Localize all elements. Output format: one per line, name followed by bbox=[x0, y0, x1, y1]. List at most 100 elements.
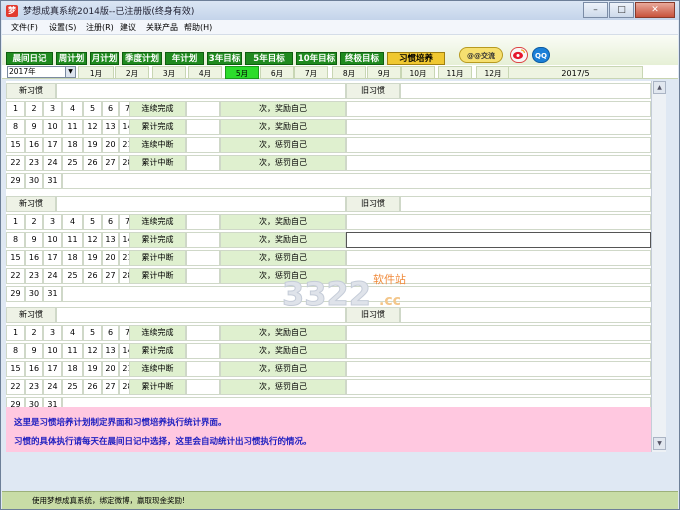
tab-5[interactable]: 3年目标 bbox=[207, 52, 242, 65]
day-cell[interactable]: 12 bbox=[83, 119, 102, 135]
day-cell[interactable]: 4 bbox=[62, 214, 83, 230]
month-12[interactable]: 12月 bbox=[476, 66, 510, 79]
day-cell[interactable]: 31 bbox=[43, 173, 62, 189]
habit-note-input[interactable] bbox=[346, 361, 651, 377]
day-cell[interactable]: 20 bbox=[102, 361, 119, 377]
count-input[interactable] bbox=[186, 325, 220, 341]
menu-item-2[interactable]: 注册(R) bbox=[86, 22, 114, 33]
day-cell[interactable]: 9 bbox=[25, 232, 43, 248]
day-cell[interactable]: 15 bbox=[6, 250, 25, 266]
maximize-button[interactable]: □ bbox=[609, 2, 634, 18]
day-cell[interactable]: 31 bbox=[43, 286, 62, 302]
day-cell[interactable]: 22 bbox=[6, 268, 25, 284]
menu-item-5[interactable]: 帮助(H) bbox=[184, 22, 212, 33]
day-cell[interactable]: 22 bbox=[6, 155, 25, 171]
day-cell[interactable]: 9 bbox=[25, 343, 43, 359]
day-cell[interactable]: 11 bbox=[62, 232, 83, 248]
day-cell[interactable]: 25 bbox=[62, 379, 83, 395]
month-3[interactable]: 3月 bbox=[152, 66, 186, 79]
old-habit-input[interactable] bbox=[400, 196, 651, 212]
day-cell[interactable]: 17 bbox=[43, 250, 62, 266]
new-habit-label[interactable]: 新习惯 bbox=[6, 196, 56, 212]
day-cell[interactable]: 1 bbox=[6, 101, 25, 117]
day-cell[interactable]: 17 bbox=[43, 137, 62, 153]
minimize-button[interactable]: – bbox=[583, 2, 608, 18]
month-6[interactable]: 6月 bbox=[260, 66, 294, 79]
day-cell[interactable]: 15 bbox=[6, 361, 25, 377]
count-input[interactable] bbox=[186, 119, 220, 135]
day-cell[interactable]: 10 bbox=[43, 343, 62, 359]
count-input[interactable] bbox=[186, 250, 220, 266]
day-cell[interactable]: 12 bbox=[83, 232, 102, 248]
day-cell[interactable]: 30 bbox=[25, 173, 43, 189]
day-cell[interactable]: 18 bbox=[62, 250, 83, 266]
day-cell[interactable]: 11 bbox=[62, 119, 83, 135]
habit-note-input[interactable] bbox=[346, 343, 651, 359]
day-cell[interactable]: 11 bbox=[62, 343, 83, 359]
count-input[interactable] bbox=[186, 137, 220, 153]
day-cell[interactable]: 6 bbox=[102, 325, 119, 341]
day-cell[interactable]: 18 bbox=[62, 361, 83, 377]
day-cell[interactable]: 27 bbox=[102, 155, 119, 171]
day-cell[interactable]: 8 bbox=[6, 119, 25, 135]
scroll-up-icon[interactable]: ▲ bbox=[653, 81, 666, 94]
day-cell[interactable]: 2 bbox=[25, 101, 43, 117]
vertical-scrollbar[interactable]: ▲ ▼ bbox=[651, 81, 666, 452]
day-cell[interactable]: 12 bbox=[83, 343, 102, 359]
day-cell[interactable]: 23 bbox=[25, 379, 43, 395]
day-cell[interactable]: 10 bbox=[43, 232, 62, 248]
tab-4[interactable]: 年计划 bbox=[165, 52, 204, 65]
month-1[interactable]: 1月 bbox=[78, 66, 114, 79]
day-cell[interactable]: 29 bbox=[6, 173, 25, 189]
month-9[interactable]: 9月 bbox=[367, 66, 401, 79]
day-cell[interactable]: 17 bbox=[43, 361, 62, 377]
day-cell[interactable]: 19 bbox=[83, 137, 102, 153]
month-4[interactable]: 4月 bbox=[188, 66, 222, 79]
weibo-icon[interactable] bbox=[510, 47, 528, 63]
day-cell[interactable]: 2 bbox=[25, 325, 43, 341]
day-cell[interactable]: 16 bbox=[25, 137, 43, 153]
day-cell[interactable]: 24 bbox=[43, 268, 62, 284]
menu-item-1[interactable]: 设置(S) bbox=[49, 22, 76, 33]
tab-2[interactable]: 月计划 bbox=[90, 52, 119, 65]
tab-6[interactable]: 5年目标 bbox=[245, 52, 293, 65]
month-11[interactable]: 11月 bbox=[438, 66, 472, 79]
day-cell[interactable]: 24 bbox=[43, 379, 62, 395]
day-cell[interactable]: 27 bbox=[102, 379, 119, 395]
habit-note-input[interactable] bbox=[346, 214, 651, 230]
day-cell[interactable]: 26 bbox=[83, 379, 102, 395]
month-7[interactable]: 7月 bbox=[294, 66, 328, 79]
day-cell[interactable]: 26 bbox=[83, 155, 102, 171]
habit-note-input[interactable] bbox=[346, 101, 651, 117]
day-cell[interactable]: 23 bbox=[25, 155, 43, 171]
tab-9[interactable]: 习惯培养 bbox=[387, 52, 445, 65]
day-cell[interactable]: 18 bbox=[62, 137, 83, 153]
old-habit-input[interactable] bbox=[400, 307, 651, 323]
new-habit-label[interactable]: 新习惯 bbox=[6, 83, 56, 99]
habit-note-input[interactable] bbox=[346, 232, 651, 248]
chat-icon[interactable]: @@交流 bbox=[459, 47, 503, 63]
day-cell[interactable]: 10 bbox=[43, 119, 62, 135]
habit-note-input[interactable] bbox=[346, 379, 651, 395]
month-5[interactable]: 5月 bbox=[225, 66, 259, 79]
new-habit-input[interactable] bbox=[56, 83, 346, 99]
count-input[interactable] bbox=[186, 379, 220, 395]
menu-item-0[interactable]: 文件(F) bbox=[11, 22, 38, 33]
day-cell[interactable]: 1 bbox=[6, 325, 25, 341]
day-cell[interactable]: 24 bbox=[43, 155, 62, 171]
tab-0[interactable]: 晨间日记 bbox=[6, 52, 53, 65]
month-2[interactable]: 2月 bbox=[115, 66, 149, 79]
day-cell[interactable]: 22 bbox=[6, 379, 25, 395]
habit-note-input[interactable] bbox=[346, 325, 651, 341]
new-habit-label[interactable]: 新习惯 bbox=[6, 307, 56, 323]
habit-note-input[interactable] bbox=[346, 155, 651, 171]
day-cell[interactable]: 27 bbox=[102, 268, 119, 284]
day-cell[interactable]: 6 bbox=[102, 101, 119, 117]
day-cell[interactable]: 5 bbox=[83, 214, 102, 230]
day-cell[interactable]: 8 bbox=[6, 343, 25, 359]
day-cell[interactable]: 3 bbox=[43, 214, 62, 230]
day-cell[interactable]: 23 bbox=[25, 268, 43, 284]
day-cell[interactable]: 8 bbox=[6, 232, 25, 248]
count-input[interactable] bbox=[186, 343, 220, 359]
day-cell[interactable]: 15 bbox=[6, 137, 25, 153]
